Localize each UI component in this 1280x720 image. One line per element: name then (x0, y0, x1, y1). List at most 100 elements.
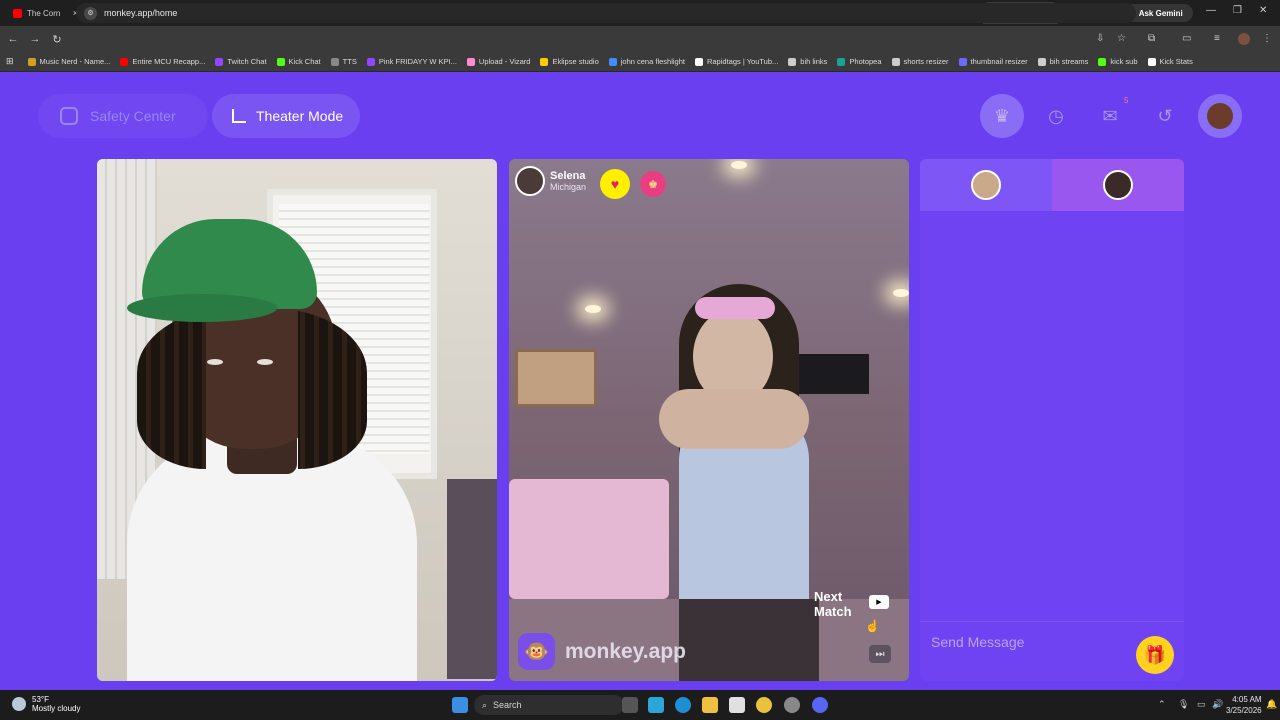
weather-widget[interactable]: 53°F Mostly cloudy (12, 695, 80, 713)
site-info-icon[interactable]: ⚙ (84, 6, 97, 20)
skip-button[interactable]: ⏭ (869, 645, 891, 663)
ceiling-light (731, 161, 747, 169)
monkey-app: Safety Center Theater Mode ♛ ◷ ✉ 5 ↺ Sel… (0, 72, 1280, 690)
bookmark-item[interactable]: Rapidtags | YouTub... (694, 57, 778, 66)
task-view-icon[interactable] (622, 697, 638, 713)
start-icon[interactable] (452, 697, 468, 713)
tab-label: The Corn (27, 8, 61, 18)
wall-map (515, 349, 597, 407)
bookmark-item[interactable]: Photopea (837, 57, 882, 66)
next-match-button[interactable]: ▶ (869, 595, 889, 609)
bookmark-item[interactable]: Pink FRIDAYY W KPI... (366, 57, 457, 66)
chrome-icon[interactable] (756, 697, 772, 713)
minimize-icon[interactable]: — (1206, 5, 1216, 16)
bookmark-item[interactable]: thumbnail resizer (958, 57, 1028, 66)
copilot-icon[interactable] (648, 697, 664, 713)
shield-icon (60, 107, 78, 125)
person-arms (659, 389, 809, 449)
weather-temp: 53°F (32, 695, 49, 704)
ask-gemini-label: Ask Gemini (1138, 8, 1183, 18)
url-text: monkey.app/home (104, 8, 178, 18)
bookmarks-bar: ⊞ Music Nerd - Name... Entire MCU Recapp.… (0, 52, 1280, 72)
match-location: Michigan (550, 182, 587, 192)
close-window-icon[interactable]: ✕ (1259, 5, 1267, 16)
discord-icon[interactable] (812, 697, 828, 713)
skip-icon: ⏭ (875, 648, 885, 660)
bookmark-item[interactable]: kick sub (1098, 57, 1138, 66)
browser-tab[interactable]: The Corn× (8, 2, 83, 24)
match-video-feed: Selena Michigan ♥ ♚ 🐵 monkey.app Next Ma… (509, 159, 909, 681)
bookmark-item[interactable]: john cena fleshlight (608, 57, 685, 66)
apps-icon[interactable]: ⊞ (6, 56, 14, 67)
bookmark-favicon-icon (694, 57, 703, 66)
network-icon[interactable]: ▭ (1197, 699, 1206, 710)
gift-icon: 🎁 (1143, 644, 1167, 665)
mic-icon[interactable]: 🎙 (1178, 699, 1189, 710)
bookmark-favicon-icon (958, 57, 967, 66)
eye (207, 359, 223, 365)
sidepanel-icon[interactable]: ▭ (1182, 33, 1191, 44)
bookmark-item[interactable]: Upload - Vizard (466, 57, 530, 66)
bookmark-star-icon[interactable]: ☆ (1117, 33, 1126, 44)
send-message-input[interactable]: Send Message (931, 634, 1024, 650)
bookmark-label: Eklipse studio (552, 57, 599, 66)
crown-icon[interactable]: ♛ (980, 94, 1024, 138)
bookmark-favicon-icon (540, 57, 549, 66)
badge-icon[interactable]: ♚ (640, 171, 666, 197)
bookmark-item[interactable]: bih links (788, 57, 827, 66)
history-icon[interactable]: ◷ (1034, 94, 1078, 138)
ceiling-light (893, 289, 909, 297)
bookmark-item[interactable]: Entire MCU Recapp... (120, 57, 205, 66)
chat-panel: Send Message 🎁 (920, 159, 1184, 681)
bookmark-label: TTS (342, 57, 357, 66)
bookmark-item[interactable]: Music Nerd - Name... (27, 57, 110, 66)
extensions-icon[interactable]: ⧉ (1148, 33, 1155, 44)
expand-icon (232, 109, 246, 123)
taskbar-search[interactable]: ⌕ Search (474, 695, 624, 715)
install-app-icon[interactable]: ⇩ (1096, 33, 1104, 44)
tray-chevron-icon[interactable]: ⌃ (1158, 699, 1166, 710)
play-icon: ▶ (876, 599, 882, 606)
bookmark-item[interactable]: TTS (330, 57, 357, 66)
app-icon[interactable] (784, 697, 800, 713)
store-icon[interactable] (729, 697, 745, 713)
match-chat-avatar (1103, 170, 1133, 200)
bookmark-favicon-icon (466, 57, 475, 66)
bookmark-item[interactable]: Kick Chat (276, 57, 321, 66)
theater-mode-button[interactable]: Theater Mode (212, 94, 360, 138)
bookmark-label: Pink FRIDAYY W KPI... (378, 57, 457, 66)
bookmark-item[interactable]: bih streams (1037, 57, 1088, 66)
windows-taskbar: 53°F Mostly cloudy ⌕ Search ⌃ 🎙 ▭ 🔊 4:05… (0, 690, 1280, 720)
maximize-icon[interactable]: ❐ (1233, 5, 1242, 16)
match-user-chip[interactable]: Selena Michigan (515, 166, 586, 196)
heart-icon: ♥ (610, 176, 620, 192)
file-explorer-icon[interactable] (702, 697, 718, 713)
gift-button[interactable]: 🎁 (1136, 636, 1174, 674)
profile-avatar-button[interactable] (1198, 94, 1242, 138)
edge-icon[interactable] (675, 697, 691, 713)
back-icon[interactable]: ← (2, 33, 24, 45)
chat-tab-self[interactable] (920, 159, 1052, 211)
match-name: Selena (550, 170, 586, 182)
bookmark-item[interactable]: Eklipse studio (540, 57, 599, 66)
profile-avatar[interactable] (1238, 33, 1250, 45)
bookmark-item[interactable]: Twitch Chat (215, 57, 267, 66)
reload-icon[interactable]: ↻ (46, 33, 68, 46)
bookmark-item[interactable]: Kick Stats (1147, 57, 1193, 66)
chat-tab-match[interactable] (1052, 159, 1184, 211)
bookmark-favicon-icon (788, 57, 797, 66)
volume-icon[interactable]: 🔊 (1212, 699, 1223, 710)
address-bar[interactable]: ⚙ monkey.app/home (76, 3, 1136, 23)
heart-button[interactable]: ♥ (600, 169, 630, 199)
safety-center-button[interactable]: Safety Center (38, 94, 208, 138)
notifications-icon[interactable]: 🔔 (1266, 699, 1277, 710)
menu-icon[interactable]: ⋮ (1262, 33, 1272, 44)
refresh-icon[interactable]: ↺ (1143, 94, 1187, 138)
bookmark-favicon-icon (1098, 57, 1107, 66)
media-control-icon[interactable]: ≡ (1214, 33, 1220, 44)
bookmark-item[interactable]: shorts resizer (891, 57, 949, 66)
forward-icon[interactable]: → (24, 33, 46, 45)
tab-favicon-icon (13, 8, 22, 18)
taskbar-clock[interactable]: 4:05 AM 3/25/2026 (1226, 694, 1262, 716)
bookmark-favicon-icon (330, 57, 339, 66)
